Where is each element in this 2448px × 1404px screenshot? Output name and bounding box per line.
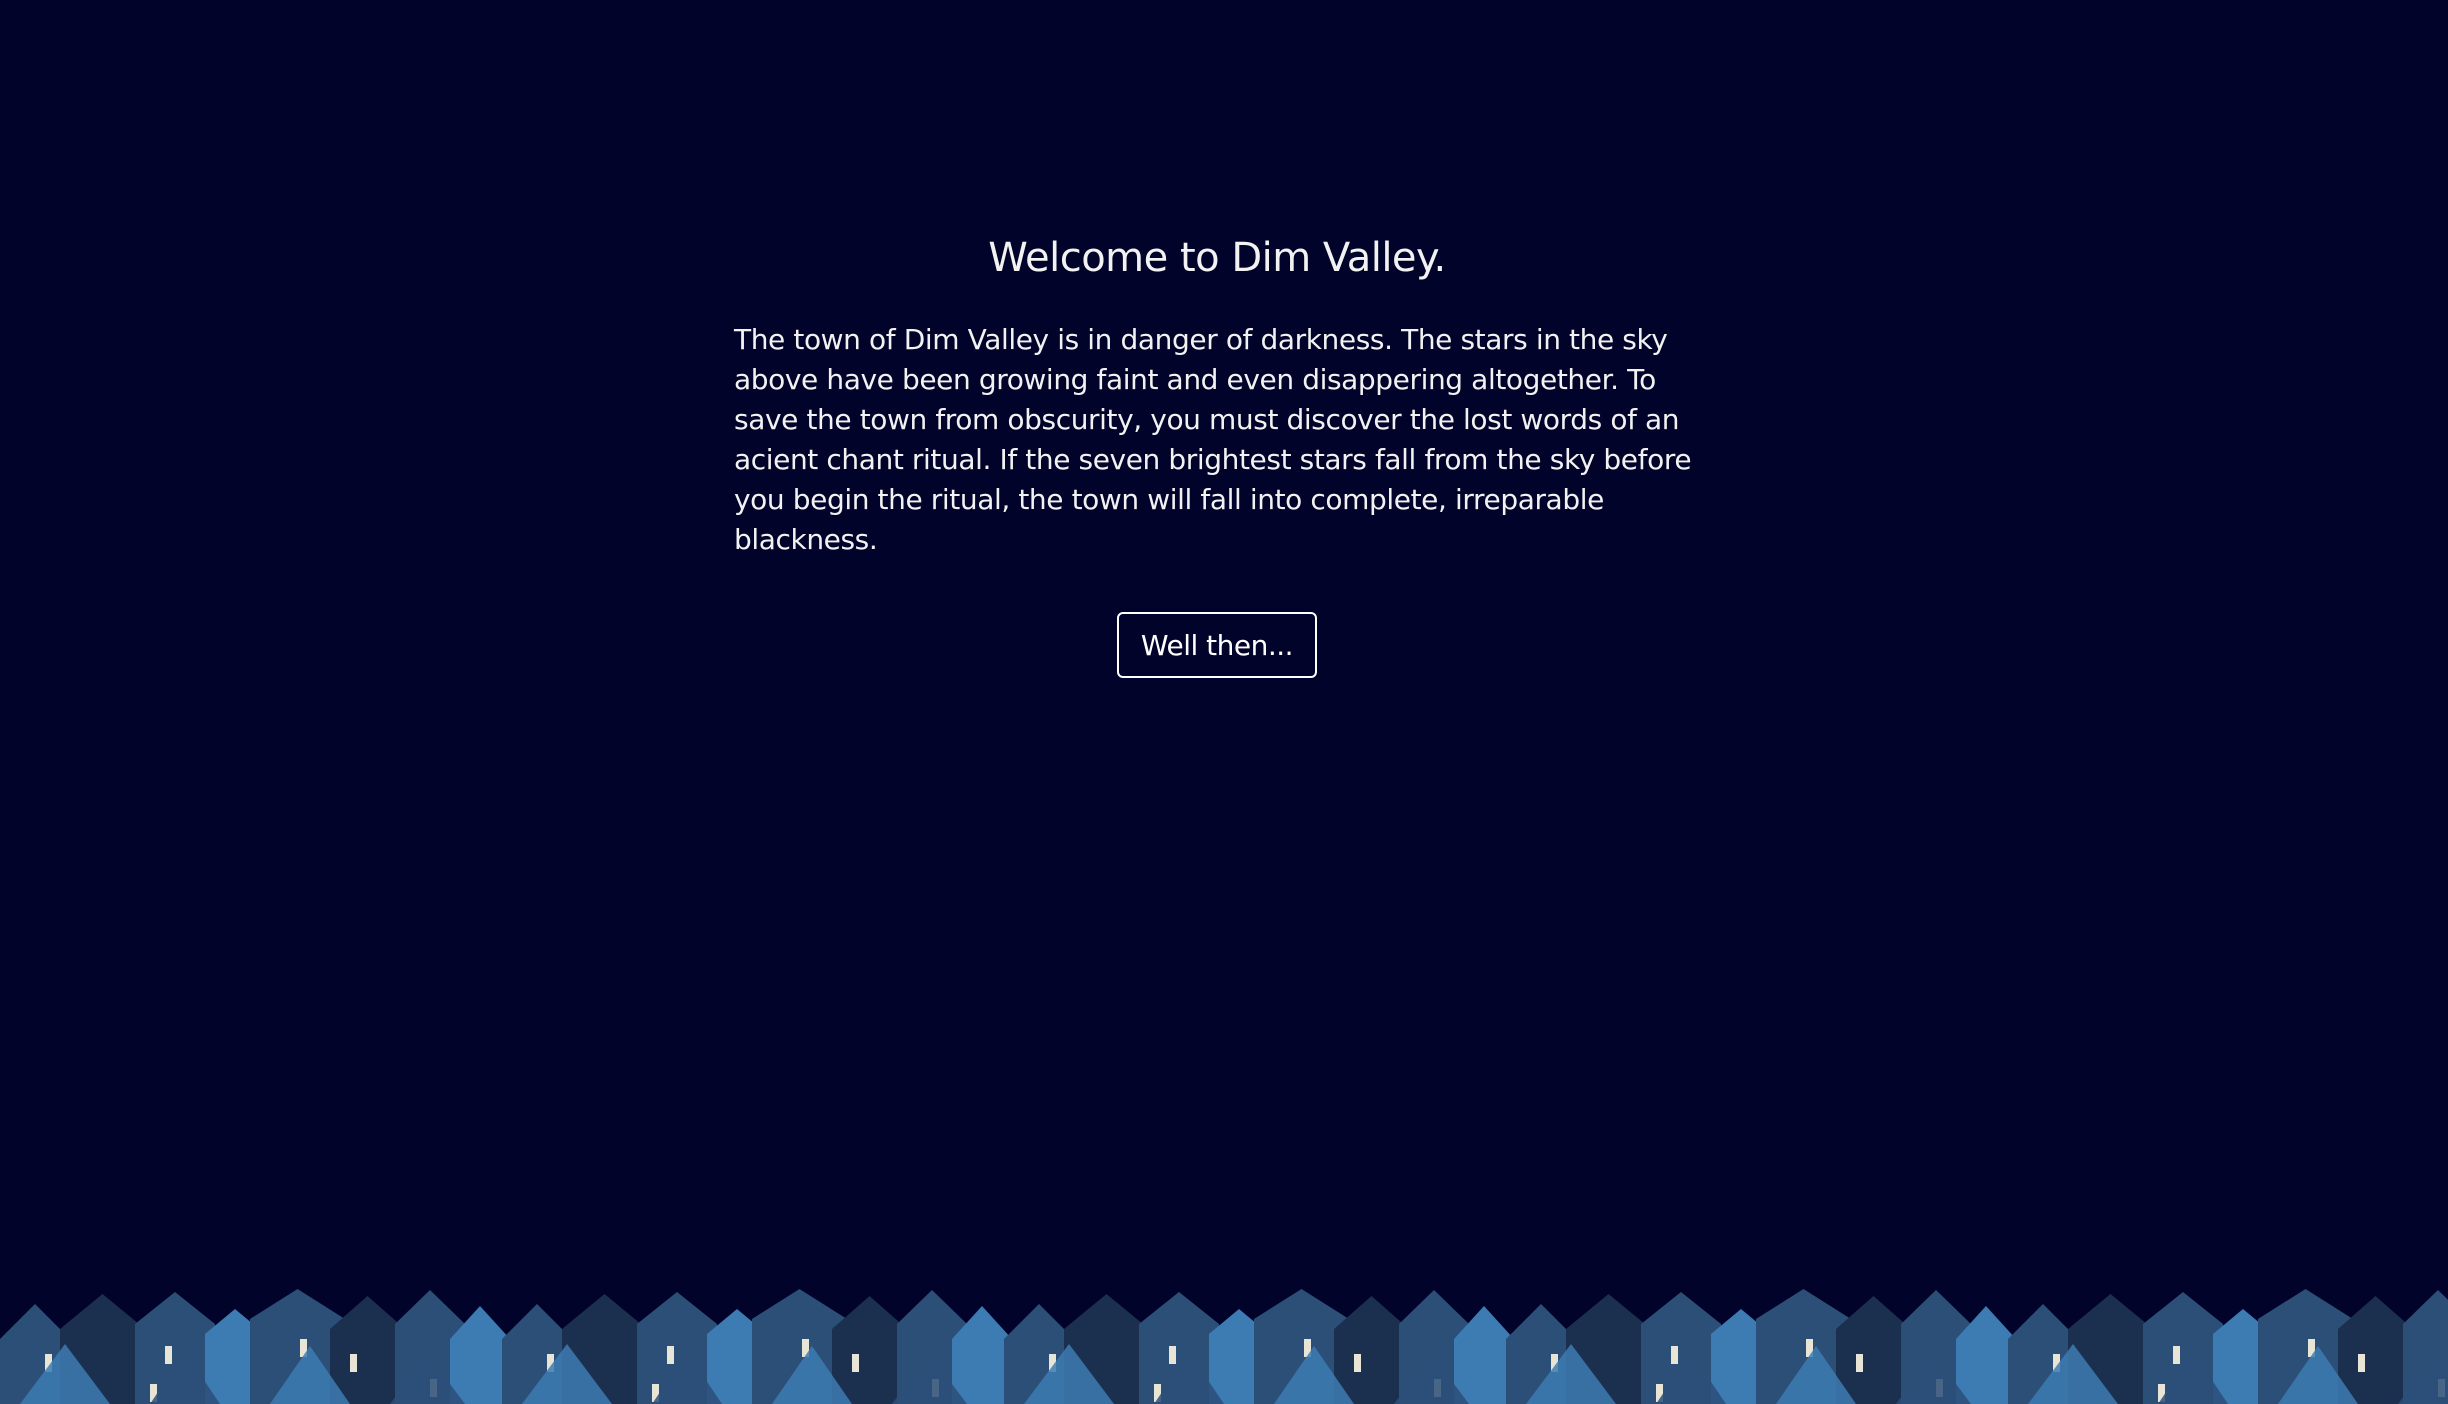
lit-window [2173,1346,2180,1364]
lit-window [350,1354,357,1372]
lit-window [1856,1354,1863,1372]
lit-window [2358,1354,2365,1372]
lit-window [667,1346,674,1364]
house-shape [1334,1296,1409,1404]
lit-window [1671,1346,1678,1364]
lit-window [1354,1354,1361,1372]
intro-title: Welcome to Dim Valley. [988,235,1446,281]
town-skyline-illustration [0,1289,2448,1404]
button-row: Well then... [734,612,1700,678]
house-shape [2338,1296,2413,1404]
lit-window [165,1346,172,1364]
house-shape [1836,1296,1911,1404]
town-houses [0,1289,2448,1404]
house-shape [330,1296,405,1404]
lit-window [1169,1346,1176,1364]
lit-window [852,1354,859,1372]
game-screen: Welcome to Dim Valley. The town of Dim V… [0,0,2448,1404]
intro-story: The town of Dim Valley is in danger of d… [734,323,1692,556]
intro-panel: Welcome to Dim Valley. The town of Dim V… [734,228,1700,678]
continue-button[interactable]: Well then... [1116,612,1318,678]
house-shape [832,1296,907,1404]
